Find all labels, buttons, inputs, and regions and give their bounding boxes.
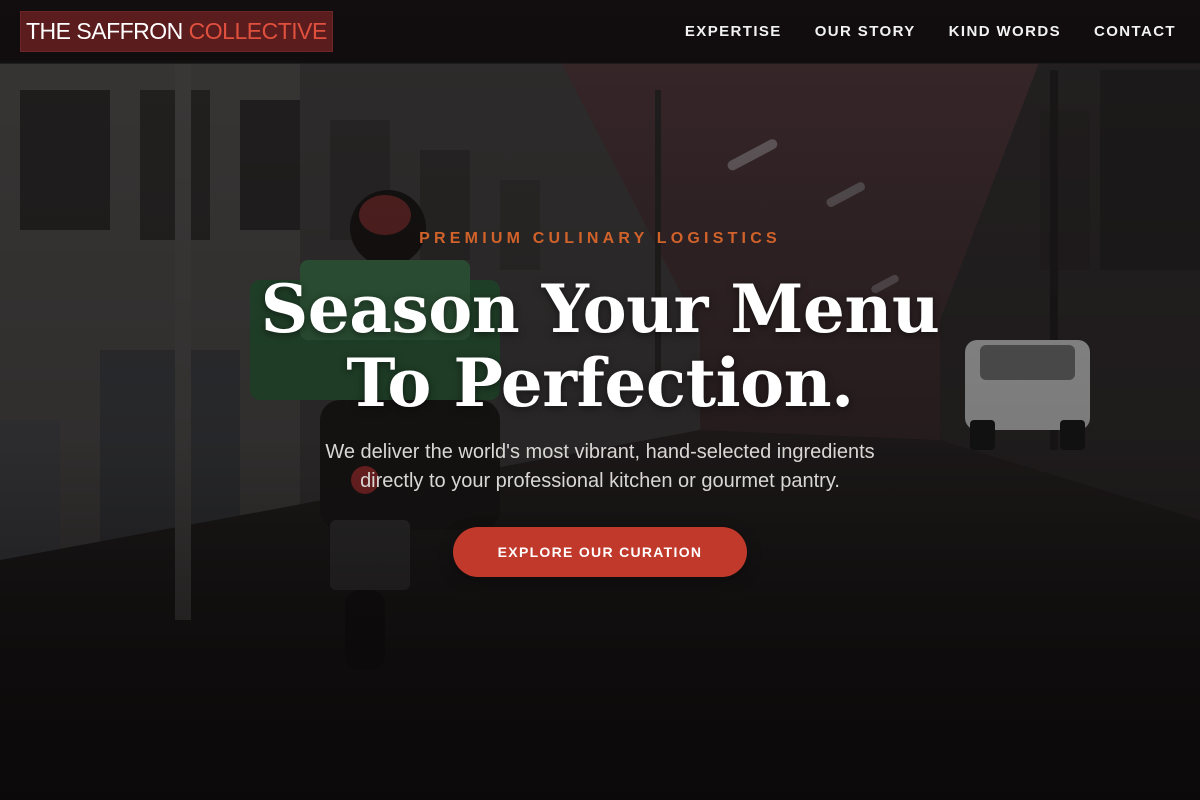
- hero-section: PREMIUM CULINARY LOGISTICS Season Your M…: [0, 230, 1200, 577]
- nav-link-kind-words[interactable]: KIND WORDS: [949, 23, 1061, 40]
- hero-subtext: We deliver the world's most vibrant, han…: [0, 438, 1200, 496]
- brand-logo[interactable]: THE SAFFRON COLLECTIVE: [20, 11, 333, 52]
- brand-name-main: THE SAFFRON: [26, 18, 183, 44]
- hero-headline-line-2: To Perfection.: [346, 344, 854, 422]
- nav-links: EXPERTISE OUR STORY KIND WORDS CONTACT: [685, 23, 1176, 40]
- nav-link-our-story[interactable]: OUR STORY: [815, 23, 916, 40]
- nav-link-expertise[interactable]: EXPERTISE: [685, 23, 782, 40]
- hero-subtext-line-1: We deliver the world's most vibrant, han…: [325, 441, 875, 463]
- hero-headline: Season Your Menu To Perfection.: [0, 272, 1200, 420]
- explore-curation-button[interactable]: EXPLORE OUR CURATION: [453, 527, 747, 577]
- nav-link-contact[interactable]: CONTACT: [1094, 23, 1176, 40]
- hero-eyebrow: PREMIUM CULINARY LOGISTICS: [419, 230, 781, 247]
- brand-name-accent: COLLECTIVE: [188, 18, 328, 44]
- hero-subtext-line-2: directly to your professional kitchen or…: [360, 470, 840, 492]
- hero-headline-line-1: Season Your Menu: [260, 270, 940, 348]
- top-navbar: THE SAFFRON COLLECTIVE EXPERTISE OUR STO…: [0, 0, 1200, 64]
